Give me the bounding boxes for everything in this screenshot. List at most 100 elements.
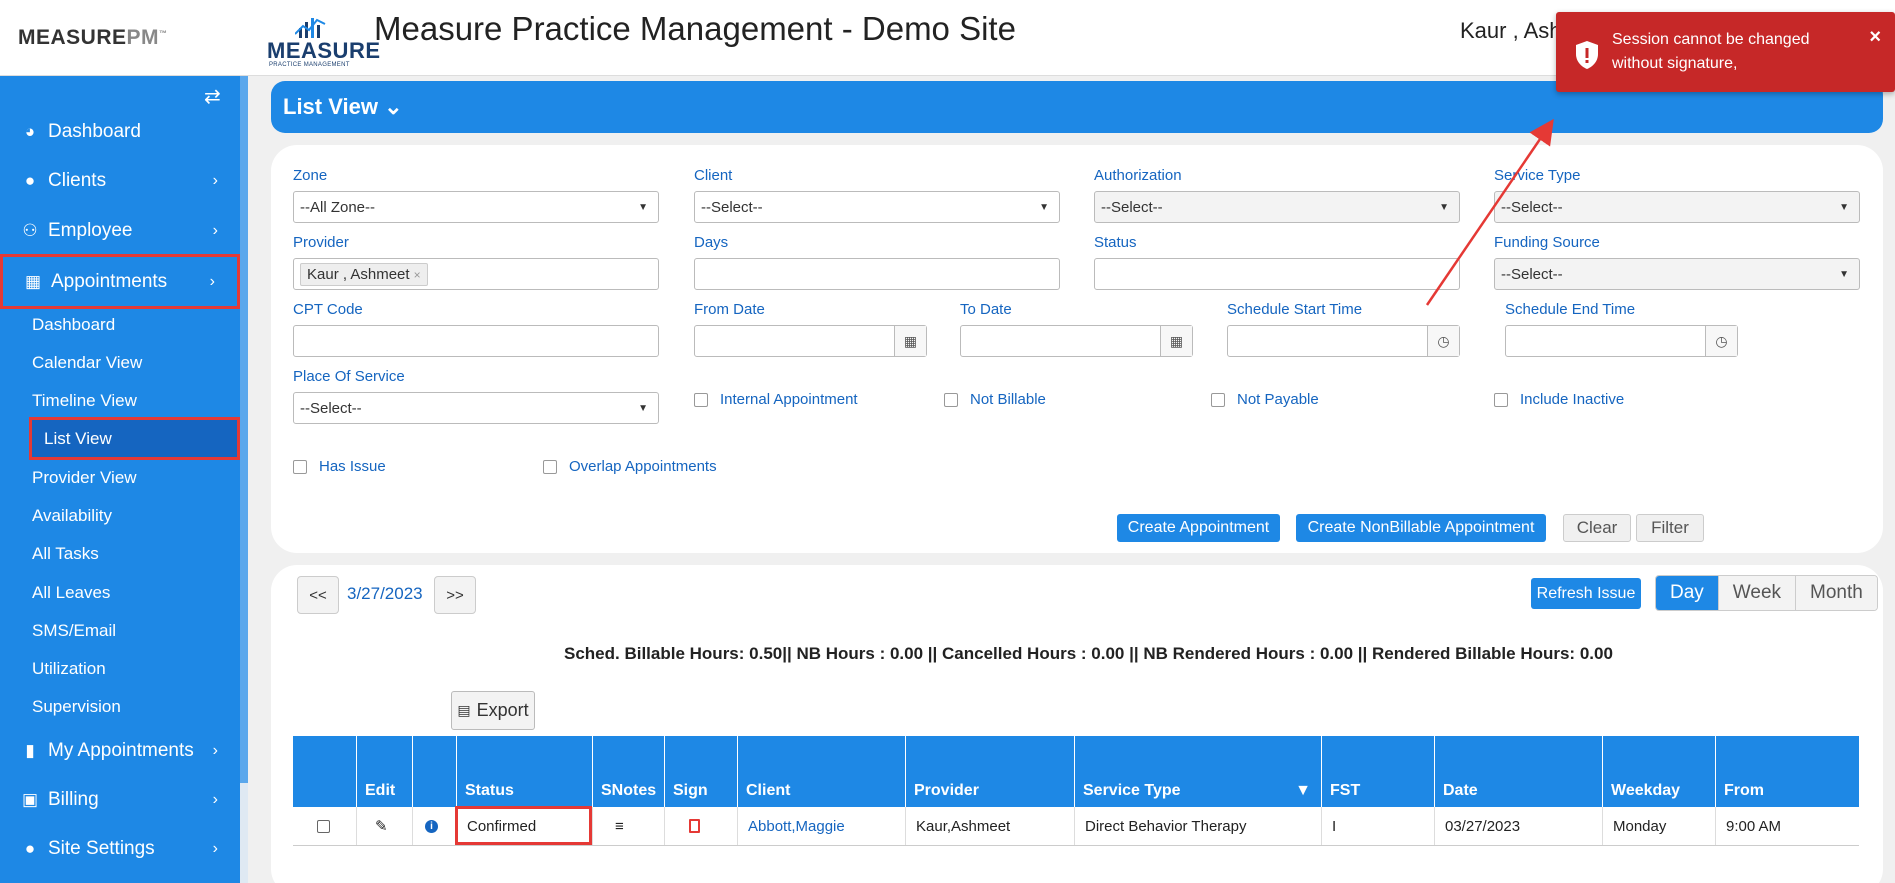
overlap-appointments-checkbox[interactable]: Overlap Appointments	[543, 458, 717, 475]
client-select[interactable]: --Select-- ▼	[694, 191, 1060, 223]
sidebar-item-site-settings[interactable]: ● Site Settings ›	[0, 826, 240, 872]
excel-icon: ▤	[457, 702, 471, 718]
sidebar-item-employee[interactable]: ⚇ Employee ›	[0, 208, 240, 254]
view-week-button[interactable]: Week	[1717, 576, 1796, 610]
sub-item-supervision[interactable]: Supervision	[32, 690, 121, 724]
row-sign-cell	[664, 807, 737, 845]
filter-button[interactable]: Filter	[1636, 514, 1704, 542]
next-date-button[interactable]: >>	[434, 576, 476, 614]
create-nonbillable-appointment-button[interactable]: Create NonBillable Appointment	[1296, 514, 1546, 542]
authorization-select[interactable]: --Select-- ▼	[1094, 191, 1460, 223]
appointments-table-header: Edit Status SNotes Sign Client Provider …	[293, 736, 1859, 807]
info-icon[interactable]: i	[425, 819, 438, 833]
row-date-cell: 03/27/2023	[1434, 807, 1602, 845]
column-weekday[interactable]: Weekday	[1602, 736, 1715, 807]
sub-item-availability[interactable]: Availability	[32, 499, 112, 533]
has-issue-checkbox[interactable]: Has Issue	[293, 458, 386, 475]
view-month-button[interactable]: Month	[1795, 576, 1877, 610]
filter-icon[interactable]: ▼	[1295, 782, 1311, 800]
row-checkbox[interactable]	[317, 819, 330, 833]
checkbox-box[interactable]	[1494, 392, 1508, 407]
view-day-button[interactable]: Day	[1656, 576, 1718, 610]
caret-down-icon: ▼	[1039, 201, 1049, 213]
column-status[interactable]: Status	[456, 736, 592, 807]
menu-lines-icon[interactable]: ≡	[615, 818, 624, 835]
export-button[interactable]: ▤ Export	[451, 691, 535, 730]
sub-item-all-tasks[interactable]: All Tasks	[32, 537, 99, 571]
signature-pdf-icon[interactable]	[689, 819, 700, 833]
checkbox-box[interactable]	[694, 392, 708, 407]
column-snotes[interactable]: SNotes	[592, 736, 664, 807]
close-icon[interactable]: ×	[1869, 26, 1881, 49]
sub-item-all-leaves[interactable]: All Leaves	[32, 576, 110, 610]
sidebar-item-appointments[interactable]: ▦ Appointments ›	[0, 254, 240, 309]
sidebar-item-label: Site Settings	[48, 838, 155, 859]
sidebar-item-my-appointments[interactable]: ▮ My Appointments ›	[0, 728, 240, 774]
brand-pm: PM	[126, 26, 160, 49]
include-inactive-checkbox[interactable]: Include Inactive	[1494, 391, 1624, 408]
service-type-select[interactable]: --Select-- ▼	[1494, 191, 1860, 223]
current-date[interactable]: 3/27/2023	[347, 584, 423, 604]
sub-item-dashboard[interactable]: Dashboard	[32, 308, 115, 342]
from-date-input[interactable]: ▦	[694, 325, 927, 357]
shield-alert-icon	[1576, 41, 1598, 69]
clock-icon[interactable]: ◷	[1705, 326, 1737, 356]
not-billable-checkbox[interactable]: Not Billable	[944, 391, 1046, 408]
brand-logo-text[interactable]: MEASUREPM™	[18, 26, 168, 50]
checkbox-label: Include Inactive	[1520, 391, 1625, 408]
column-service-type[interactable]: Service Type ▼	[1074, 736, 1321, 807]
calendar-icon[interactable]: ▦	[1160, 326, 1192, 356]
to-date-label: To Date	[960, 301, 1012, 318]
sidebar-item-dashboard[interactable]: ◕ Dashboard	[0, 109, 240, 155]
sub-item-sms-email[interactable]: SMS/Email	[32, 614, 116, 648]
column-sign[interactable]: Sign	[664, 736, 737, 807]
user-name[interactable]: Kaur , Ash	[1460, 18, 1562, 44]
funding-source-select[interactable]: --Select-- ▼	[1494, 258, 1860, 290]
column-client[interactable]: Client	[737, 736, 905, 807]
calendar-icon[interactable]: ▦	[894, 326, 926, 356]
sidebar-item-label: Employee	[48, 220, 133, 241]
status-input[interactable]	[1094, 258, 1460, 290]
checkbox-box[interactable]	[944, 392, 958, 407]
provider-multiselect[interactable]: Kaur , Ashmeet ×	[293, 258, 659, 290]
sidebar-toggle-icon[interactable]: ⇄	[204, 84, 221, 109]
list-view-title[interactable]: List View ⌄	[283, 94, 403, 120]
schedule-start-input[interactable]: ◷	[1227, 325, 1460, 357]
checkbox-box[interactable]	[293, 459, 307, 474]
place-of-service-select[interactable]: --Select-- ▼	[293, 392, 659, 424]
sidebar-scrollbar-thumb[interactable]	[240, 76, 248, 783]
clock-icon[interactable]: ◷	[1427, 326, 1459, 356]
row-client-cell[interactable]: Abbott,Maggie	[737, 807, 905, 845]
users-icon: ⚇	[22, 221, 38, 240]
not-payable-checkbox[interactable]: Not Payable	[1211, 391, 1319, 408]
cpt-code-input[interactable]	[293, 325, 659, 357]
tag-remove-icon[interactable]: ×	[414, 268, 421, 282]
column-date[interactable]: Date	[1434, 736, 1602, 807]
refresh-issue-button[interactable]: Refresh Issue	[1531, 578, 1641, 609]
previous-date-button[interactable]: <<	[297, 576, 339, 614]
sidebar-item-clients[interactable]: ● Clients ›	[0, 158, 240, 204]
sidebar-item-billing[interactable]: ▣ Billing ›	[0, 777, 240, 823]
sub-item-calendar-view[interactable]: Calendar View	[32, 346, 142, 380]
column-select	[293, 736, 356, 807]
to-date-input[interactable]: ▦	[960, 325, 1193, 357]
sub-item-list-view[interactable]: List View	[29, 417, 240, 460]
building-icon: ▮	[25, 741, 35, 760]
sub-item-provider-view[interactable]: Provider View	[32, 461, 137, 495]
chevron-right-icon: ›	[212, 222, 218, 239]
column-provider[interactable]: Provider	[905, 736, 1074, 807]
sub-item-timeline-view[interactable]: Timeline View	[32, 384, 137, 418]
checkbox-box[interactable]	[1211, 392, 1225, 407]
clear-button[interactable]: Clear	[1563, 514, 1631, 542]
internal-appointment-checkbox[interactable]: Internal Appointment	[694, 391, 858, 408]
column-from[interactable]: From	[1715, 736, 1859, 807]
checkbox-box[interactable]	[543, 459, 557, 474]
sub-item-utilization[interactable]: Utilization	[32, 652, 106, 686]
pencil-icon[interactable]: ✎	[375, 817, 388, 835]
create-appointment-button[interactable]: Create Appointment	[1117, 514, 1280, 542]
schedule-end-input[interactable]: ◷	[1505, 325, 1738, 357]
zone-select[interactable]: --All Zone-- ▼	[293, 191, 659, 223]
column-fst[interactable]: FST	[1321, 736, 1434, 807]
brand-name: MEASURE	[18, 26, 127, 49]
days-input[interactable]	[694, 258, 1060, 290]
